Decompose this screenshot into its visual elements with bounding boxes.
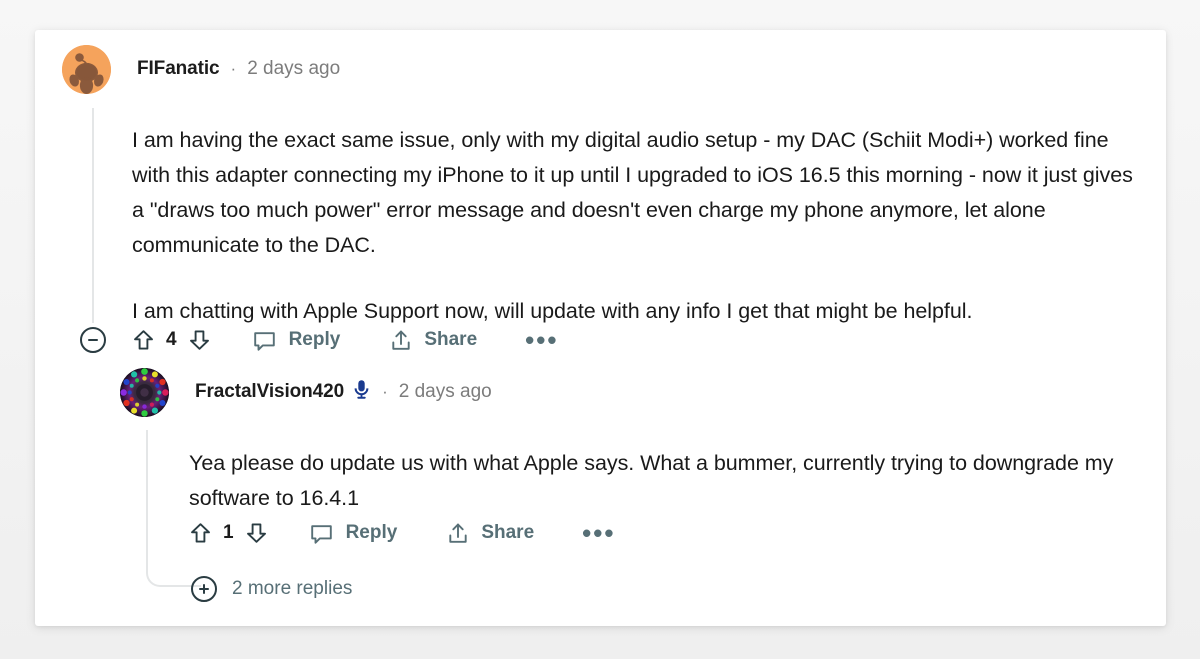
comment-header: FIFanatic · 2 days ago [62,44,340,94]
reddit-snoo-avatar[interactable] [62,44,111,94]
downvote-arrow-icon [189,330,209,350]
comment-action-bar: 4 Reply Share ••• [80,320,558,360]
reply-overflow-menu-button[interactable]: ••• [582,519,615,546]
reply-score: 1 [223,522,234,543]
minus-circle-icon [88,339,98,341]
comment-card: FIFanatic · 2 days ago I am having the e… [35,30,1166,626]
reply-label: Reply [288,329,341,350]
collapse-thread-button[interactable] [80,327,106,353]
reply-author-username[interactable]: FractalVision420 [195,381,344,403]
reply-reply-button[interactable]: Reply [310,522,398,545]
comment-author-username[interactable]: FIFanatic [137,58,220,80]
reply-timestamp[interactable]: 2 days ago [399,381,492,403]
fractal-mandala-avatar[interactable] [120,367,169,417]
comment-paragraph: I am having the exact same issue, only w… [132,128,1133,257]
reply-action-bar: 1 Reply Share ••• [190,513,615,553]
reply-paragraph: Yea please do update us with what Apple … [189,451,1114,510]
overflow-menu-button[interactable]: ••• [525,326,558,353]
reply-header-separator: · [382,382,388,401]
page-root: FIFanatic · 2 days ago I am having the e… [0,0,1200,659]
share-button[interactable]: Share [390,329,477,352]
expand-replies-button[interactable] [191,576,217,602]
downvote-arrow-icon [246,523,266,543]
plus-circle-icon [199,584,209,594]
reddit-snoo-icon [62,44,111,94]
vote-group: 4 [133,329,210,351]
comment-score: 4 [166,329,177,350]
more-replies-label: 2 more replies [232,578,353,599]
header-separator: · [230,59,237,78]
microphone-glyph [354,379,369,399]
comment-timestamp[interactable]: 2 days ago [247,58,340,80]
reply-downvote-button[interactable] [246,522,267,544]
fractal-mandala-icon [120,367,169,417]
microphone-icon[interactable] [353,379,370,406]
upvote-button[interactable] [133,329,154,351]
comment-bubble-icon [253,331,275,351]
thread-line-top [92,108,94,323]
reply-button[interactable]: Reply [253,329,341,352]
downvote-button[interactable] [189,329,210,351]
share-upload-icon [449,523,467,543]
share-upload-icon [392,330,410,350]
reply-header: FractalVision420 · 2 days ago [120,367,492,417]
comment-body: I am having the exact same issue, only w… [132,123,1150,329]
reply-vote-group: 1 [190,522,267,544]
reply-upvote-button[interactable] [190,522,211,544]
reply-share-button[interactable]: Share [447,522,534,545]
reply-body: Yea please do update us with what Apple … [189,446,1149,516]
comment-bubble-icon [310,524,332,544]
reply-label: Reply [345,522,398,543]
upvote-arrow-icon [191,523,210,543]
share-label: Share [424,329,478,350]
upvote-arrow-icon [134,330,153,350]
more-replies-row[interactable]: 2 more replies [191,572,352,606]
share-label: Share [481,522,535,543]
